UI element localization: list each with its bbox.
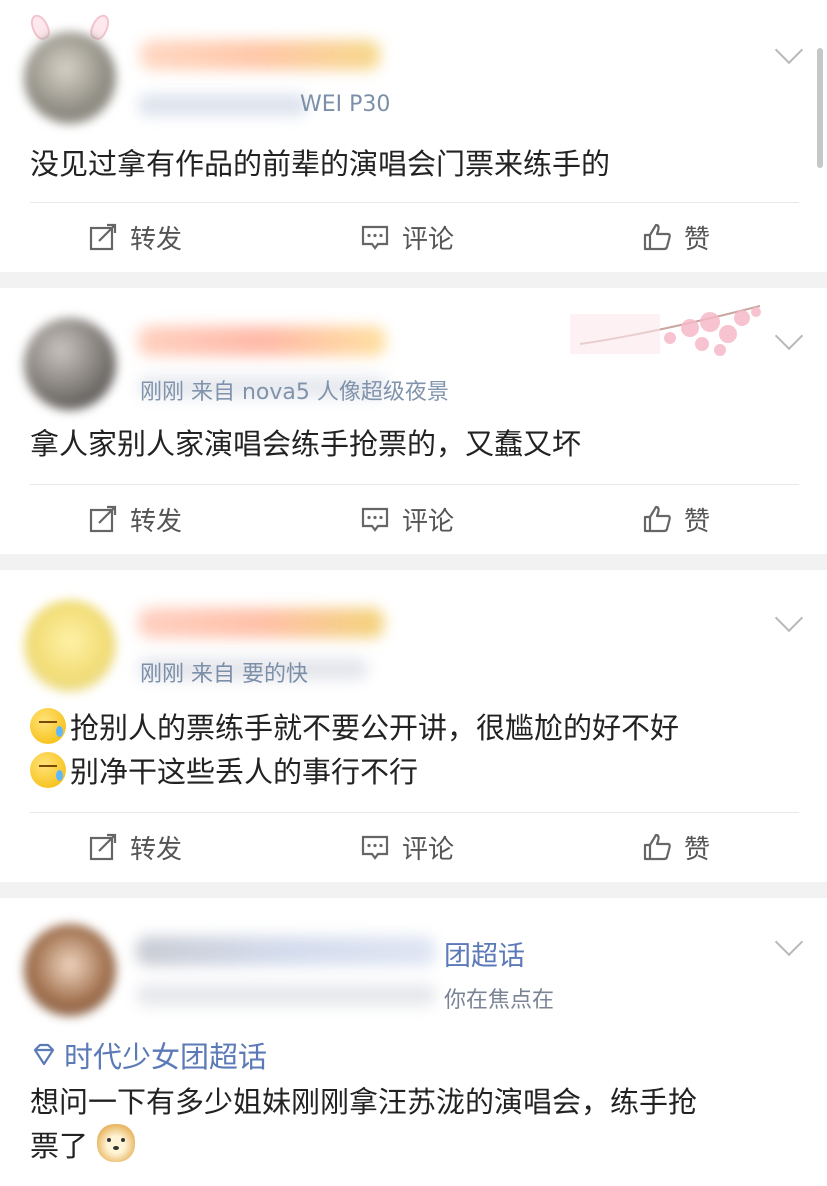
doge-emoji-icon xyxy=(97,1124,136,1162)
post-text-line-1: 抢别人的票练手就不要公开讲，很尴尬的好不好 xyxy=(30,706,787,750)
post-source: 你在焦点在 xyxy=(444,988,555,1013)
post-text: 票了 xyxy=(30,1129,89,1163)
post-text: 没见过拿有作品的前辈的演唱会门票来练手的 xyxy=(30,147,611,181)
repost-label: 转发 xyxy=(130,224,183,255)
post-meta xyxy=(136,984,436,1006)
like-button[interactable]: 赞 xyxy=(642,484,710,554)
avatar[interactable] xyxy=(24,600,116,692)
post-meta xyxy=(138,94,308,116)
like-button[interactable]: 赞 xyxy=(642,812,710,882)
avatar[interactable] xyxy=(24,32,116,124)
post-card-2: 刚刚 来自 nova5 人像超级夜景 拿人家别人家演唱会练手抢票的，又蠢又坏 转… xyxy=(0,288,827,554)
scrollbar[interactable] xyxy=(817,48,823,168)
post-card-3: 刚刚 来自 要的快 抢别人的票练手就不要公开讲，很尴尬的好不好 别净干这些丢人的… xyxy=(0,570,827,882)
chevron-down-icon[interactable] xyxy=(774,321,804,351)
comment-icon xyxy=(361,225,389,250)
post-card-4: 团超话 你在焦点在 时代少女团超话 想问一下有多少姐妹刚刚拿汪苏泷的演唱会，练手… xyxy=(0,898,827,1186)
comment-label: 评论 xyxy=(402,224,455,255)
thumbs-up-icon xyxy=(643,833,671,861)
post-text-line-1: 想问一下有多少姐妹刚刚拿汪苏泷的演唱会，练手抢 xyxy=(30,1085,698,1119)
post-source: 刚刚 来自 nova5 人像超级夜景 xyxy=(140,380,449,405)
post-source: 刚刚 来自 要的快 xyxy=(140,662,308,687)
username[interactable] xyxy=(136,936,436,966)
avatar[interactable] xyxy=(24,924,116,1016)
thumbs-up-icon xyxy=(643,223,671,251)
action-bar: 转发 评论 赞 xyxy=(0,812,827,882)
post-text: 别净干这些丢人的事行不行 xyxy=(70,755,419,789)
like-label: 赞 xyxy=(684,834,711,865)
comment-button[interactable]: 评论 xyxy=(360,202,454,272)
like-label: 赞 xyxy=(684,224,711,255)
comment-label: 评论 xyxy=(402,834,455,865)
repost-button[interactable]: 转发 xyxy=(88,202,182,272)
repost-icon xyxy=(89,833,117,861)
sweat-emoji-icon xyxy=(30,708,66,744)
avatar[interactable] xyxy=(24,318,116,410)
comment-icon xyxy=(361,835,389,860)
topic-source[interactable]: 团超话 xyxy=(444,934,525,973)
sweat-emoji-icon xyxy=(30,752,66,788)
repost-label: 转发 xyxy=(130,506,183,537)
like-button[interactable]: 赞 xyxy=(642,202,710,272)
post-text: 抢别人的票练手就不要公开讲，很尴尬的好不好 xyxy=(70,711,680,745)
comment-button[interactable]: 评论 xyxy=(360,812,454,882)
thumbs-up-icon xyxy=(643,505,671,533)
diamond-icon xyxy=(33,1043,55,1066)
topic-label: 时代少女团超话 xyxy=(64,1040,268,1074)
repost-icon xyxy=(89,505,117,533)
username[interactable] xyxy=(138,326,386,356)
action-bar: 转发 评论 赞 xyxy=(0,202,827,272)
post-text-line-2: 别净干这些丢人的事行不行 xyxy=(30,750,787,794)
chevron-down-icon[interactable] xyxy=(774,927,804,957)
chevron-down-icon[interactable] xyxy=(774,35,804,65)
repost-button[interactable]: 转发 xyxy=(88,484,182,554)
post-card-1: WEI P30 没见过拿有作品的前辈的演唱会门票来练手的 转发 评论 赞 xyxy=(0,0,827,272)
post-text-line-2: 票了 xyxy=(30,1124,787,1168)
post-text: 拿人家别人家演唱会练手抢票的，又蠢又坏 xyxy=(30,427,582,461)
like-label: 赞 xyxy=(684,506,711,537)
comment-label: 评论 xyxy=(402,506,455,537)
comment-button[interactable]: 评论 xyxy=(360,484,454,554)
post-source: WEI P30 xyxy=(300,92,391,117)
username[interactable] xyxy=(140,40,380,70)
username[interactable] xyxy=(138,608,384,638)
repost-icon xyxy=(89,223,117,251)
topic-link[interactable]: 时代少女团超话 xyxy=(30,1034,267,1076)
repost-label: 转发 xyxy=(130,834,183,865)
repost-button[interactable]: 转发 xyxy=(88,812,182,882)
action-bar: 转发 评论 赞 xyxy=(0,484,827,554)
chevron-down-icon[interactable] xyxy=(774,603,804,633)
cherry-blossom-decoration xyxy=(570,305,761,356)
comment-icon xyxy=(361,507,389,532)
